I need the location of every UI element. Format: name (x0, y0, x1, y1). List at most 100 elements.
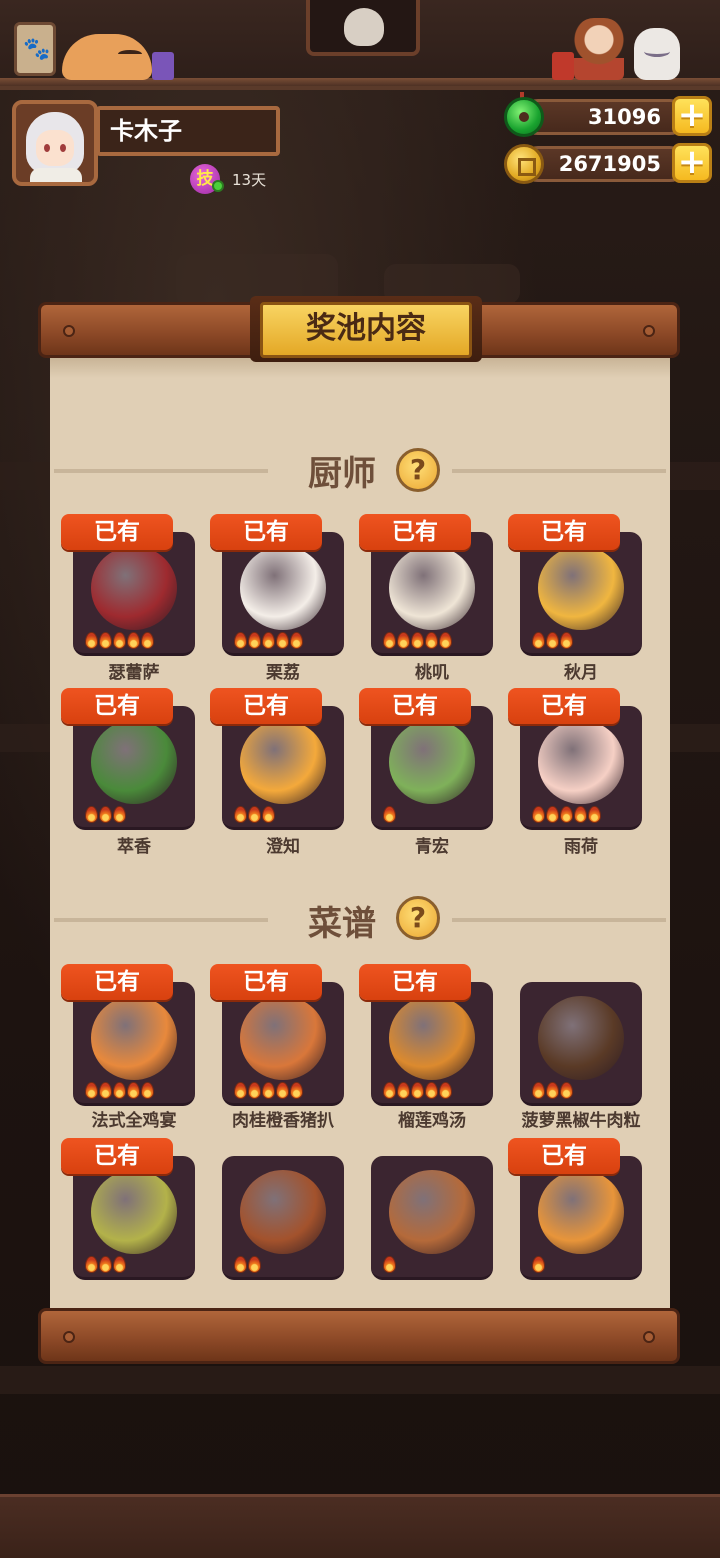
flame-icon (439, 1082, 452, 1099)
flame-icon (383, 632, 396, 649)
owned-badge: 已有 (61, 514, 173, 550)
flame-icon (290, 1082, 303, 1099)
player-avatar[interactable] (12, 100, 98, 186)
card-label: 栗荔 (266, 663, 300, 683)
chef-card[interactable]: 已有 (61, 514, 195, 656)
flame-icon (141, 1082, 154, 1099)
flame-icon (411, 632, 424, 649)
bottom-bar (0, 1494, 720, 1558)
dish-image (91, 1170, 177, 1254)
flame-icon (262, 806, 275, 823)
flame-icon (85, 1256, 98, 1273)
flame-icon (234, 1082, 247, 1099)
dish-image (91, 996, 177, 1080)
flame-icon (248, 806, 261, 823)
flame-icon (99, 632, 112, 649)
add-jade-button[interactable]: + (672, 96, 712, 136)
help-icon[interactable]: ? (396, 896, 440, 940)
flame-icon (248, 1082, 261, 1099)
flame-icon (113, 1082, 126, 1099)
flame-icon (560, 806, 573, 823)
flame-icon (439, 632, 452, 649)
rarity-flames (85, 632, 155, 649)
chef-portrait (538, 546, 624, 630)
owned-badge: 已有 (359, 688, 471, 724)
owned-badge: 已有 (210, 964, 322, 1000)
card-tile (73, 1156, 195, 1280)
card-label: 菠萝黑椒牛肉粒 (521, 1111, 641, 1131)
paw-box-decoration (14, 22, 56, 76)
flame-icon (425, 1082, 438, 1099)
owned-badge: 已有 (210, 514, 322, 550)
flame-icon (127, 1082, 140, 1099)
chef-card[interactable]: 已有 (210, 514, 344, 656)
flame-icon (99, 806, 112, 823)
recipe-card[interactable]: 已有 (508, 1138, 642, 1280)
recipe-card[interactable] (371, 1156, 493, 1280)
card-label: 青宏 (415, 837, 449, 857)
flame-icon (532, 1082, 545, 1099)
card-tile (520, 1156, 642, 1280)
rarity-flames (85, 1082, 155, 1099)
skill-days: 13天 (232, 171, 267, 189)
dish-image (538, 1170, 624, 1254)
rarity-flames (383, 632, 453, 649)
recipe-card[interactable]: 已有 (210, 964, 344, 1106)
owned-badge: 已有 (359, 514, 471, 550)
add-coins-button[interactable]: + (672, 143, 712, 183)
rarity-flames (532, 806, 602, 823)
doll-decoration (574, 18, 624, 80)
rarity-flames (234, 1082, 304, 1099)
card-label: 秋月 (564, 663, 598, 683)
flame-icon (588, 806, 601, 823)
rarity-flames (532, 632, 574, 649)
card-label: 萃香 (117, 837, 151, 857)
card-tile (222, 982, 344, 1106)
card-label: 肉桂橙香猪扒 (232, 1111, 334, 1131)
owned-badge: 已有 (61, 964, 173, 1000)
recipe-card[interactable]: 已有 (61, 964, 195, 1106)
dish-image (389, 996, 475, 1080)
chef-card[interactable]: 已有 (359, 514, 493, 656)
card-tile (73, 982, 195, 1106)
rarity-flames (383, 806, 397, 823)
portrait-frame-decoration (306, 0, 420, 56)
help-icon[interactable]: ? (396, 448, 440, 492)
background-stripe (0, 1366, 720, 1394)
chef-card[interactable]: 已有 (508, 688, 642, 830)
chef-card[interactable]: 已有 (61, 688, 195, 830)
section-title-recipes: 菜谱 (308, 904, 376, 944)
flame-icon (234, 806, 247, 823)
coin-amount: 2671905 (520, 146, 688, 182)
divider (452, 469, 666, 473)
recipe-card[interactable] (520, 982, 642, 1106)
flame-icon (248, 632, 261, 649)
flame-icon (113, 1256, 126, 1273)
flame-icon (276, 632, 289, 649)
owned-badge: 已有 (61, 688, 173, 724)
flame-icon (546, 632, 559, 649)
recipe-card[interactable] (222, 1156, 344, 1280)
flame-icon (113, 806, 126, 823)
card-label: 瑟蕾萨 (108, 663, 160, 683)
flame-icon (99, 1256, 112, 1273)
flame-icon (262, 1082, 275, 1099)
flame-icon (425, 632, 438, 649)
chef-portrait (240, 546, 326, 630)
chef-card[interactable]: 已有 (508, 514, 642, 656)
card-tile (73, 532, 195, 656)
recipe-card[interactable]: 已有 (61, 1138, 195, 1280)
flame-icon (234, 1256, 247, 1273)
chef-card[interactable]: 已有 (210, 688, 344, 830)
rarity-flames (532, 1256, 546, 1273)
flame-icon (397, 1082, 410, 1099)
owned-badge: 已有 (359, 964, 471, 1000)
card-label: 澄知 (266, 837, 300, 857)
flame-icon (383, 1256, 396, 1273)
cup-decoration (552, 52, 574, 80)
dish-image (240, 996, 326, 1080)
recipe-card[interactable]: 已有 (359, 964, 493, 1106)
flame-icon (574, 806, 587, 823)
flame-icon (383, 806, 396, 823)
chef-card[interactable]: 已有 (359, 688, 493, 830)
